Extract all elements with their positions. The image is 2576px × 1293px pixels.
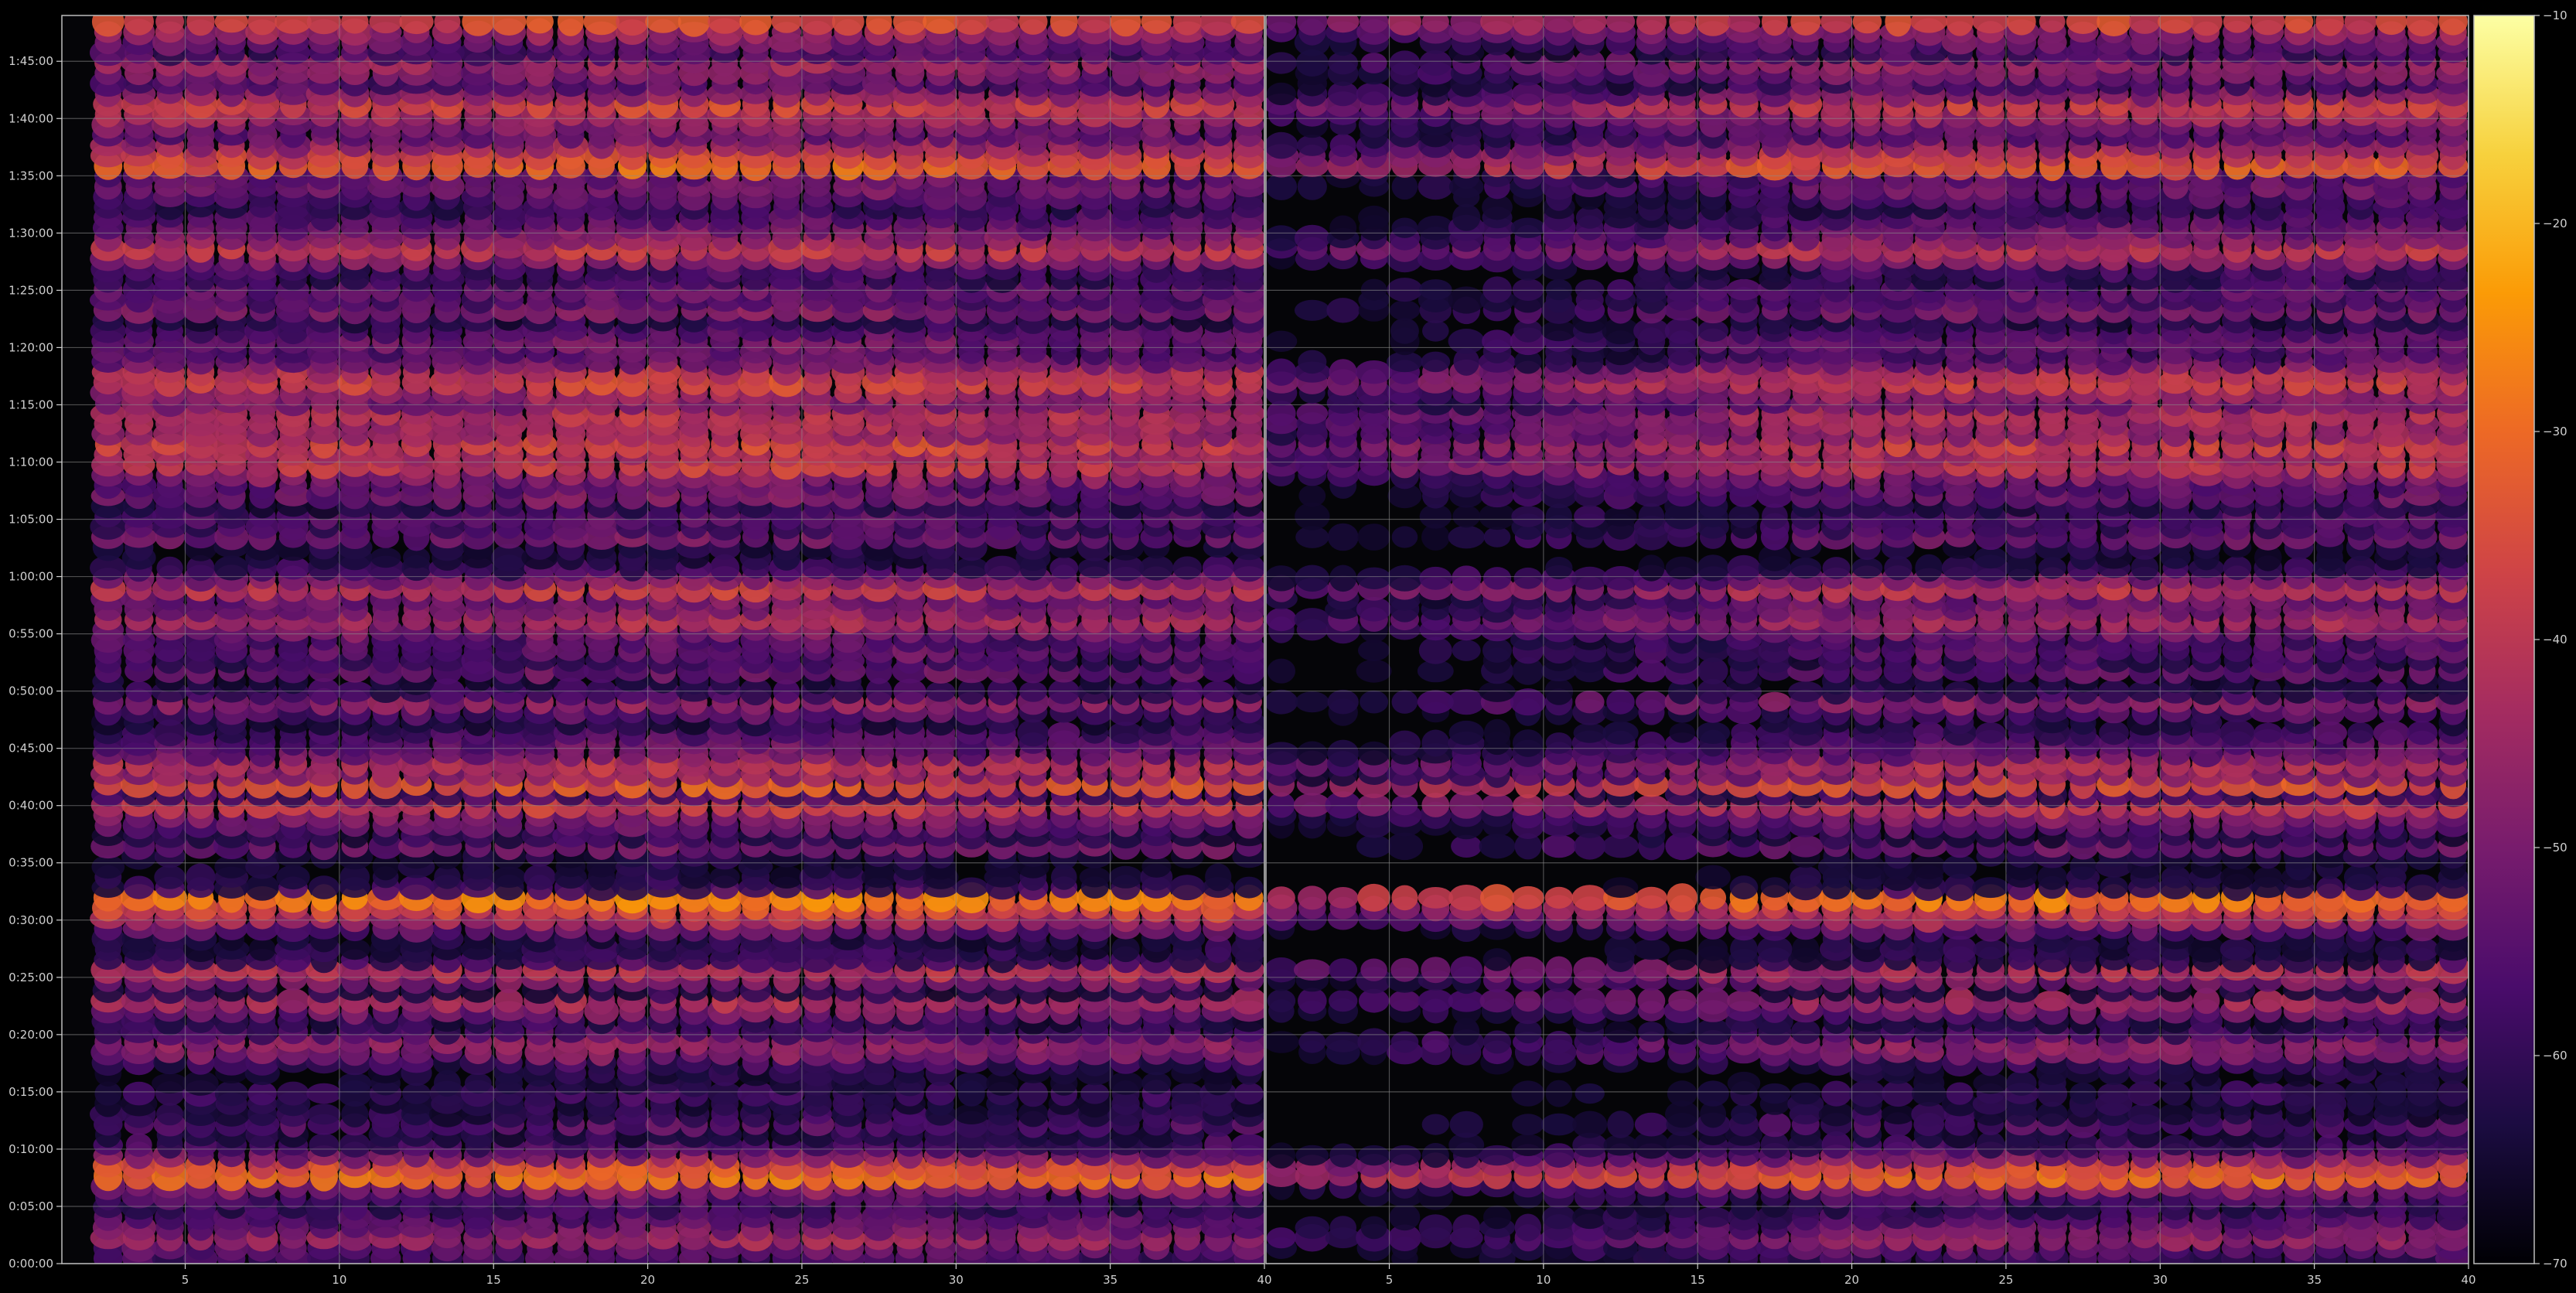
heatmap-cell (1018, 1080, 1049, 1107)
heatmap-cell (464, 1073, 492, 1094)
heatmap-cell (1357, 1145, 1390, 1166)
heatmap-cell (1418, 1214, 1453, 1241)
heatmap-cell (309, 1133, 339, 1158)
heatmap-cell (926, 681, 956, 702)
heatmap-cell (1017, 719, 1049, 747)
heatmap-cell (308, 875, 339, 899)
heatmap-cell (1881, 1104, 1916, 1124)
heatmap-cell (339, 938, 370, 960)
heatmap-cell (152, 1073, 189, 1093)
heatmap-cell (1111, 936, 1140, 963)
heatmap-cell (124, 875, 155, 899)
heatmap-cell (308, 677, 340, 706)
heatmap-cell (1421, 1114, 1450, 1135)
heatmap-cell (1266, 1227, 1296, 1249)
heatmap-cell (1295, 1216, 1330, 1239)
heatmap-cell (1171, 1083, 1204, 1104)
heatmap-cell (2159, 1134, 2192, 1156)
heatmap-cell (1329, 1216, 1356, 1240)
heatmap-cell (1389, 1203, 1421, 1231)
heatmap-cell (954, 877, 988, 898)
heatmap-cell (1512, 1114, 1544, 1135)
heatmap-cell (2158, 1103, 2192, 1126)
heatmap-cell (553, 677, 589, 706)
heatmap-cell (1731, 1104, 1757, 1125)
heatmap-cell (125, 1133, 152, 1158)
heatmap-cell (1449, 1110, 1483, 1138)
heatmap-cell (277, 1081, 309, 1106)
heatmap-cell (276, 988, 310, 1014)
heatmap-cell (1543, 1143, 1575, 1168)
heatmap-cell (1479, 1145, 1516, 1166)
heatmap-cell (2127, 1104, 2162, 1125)
heatmap-cell (156, 1103, 184, 1126)
heatmap-cell (402, 1083, 431, 1104)
heatmap-cell (336, 681, 374, 703)
heatmap-cell (370, 548, 401, 568)
heatmap-cell (1079, 867, 1111, 888)
heatmap-cell (1542, 1205, 1576, 1230)
heatmap-cell (1108, 865, 1143, 889)
heatmap-cell (1634, 1112, 1668, 1137)
heatmap-cell (1019, 681, 1047, 702)
heatmap-cell (769, 865, 804, 889)
heatmap-cell (1202, 681, 1234, 703)
heatmap-cell (1540, 1113, 1577, 1136)
heatmap-cell (247, 1081, 277, 1106)
heatmap-cell (122, 1081, 155, 1106)
heatmap-cell (954, 1072, 990, 1094)
heatmap-cell (1048, 722, 1080, 744)
heatmap-cell (1202, 554, 1234, 582)
heatmap-cell (1607, 1110, 1634, 1138)
heatmap-cell (1234, 1082, 1264, 1105)
heatmap-cell (1295, 1145, 1329, 1166)
heatmap-cell (1267, 1142, 1296, 1168)
heatmap-cell (307, 1104, 341, 1125)
heatmap-cell (154, 865, 186, 889)
heatmap-cell (800, 557, 834, 579)
heatmap-cell (306, 1083, 342, 1104)
heatmap-cell (186, 863, 216, 892)
heatmap-cell (954, 1104, 990, 1125)
heatmap-cell (1511, 1134, 1545, 1156)
heatmap-cell (248, 937, 276, 961)
heatmap-cell (1360, 1216, 1387, 1240)
heatmap-cell (1141, 1072, 1172, 1095)
heatmap-cell (1329, 1143, 1357, 1168)
heatmap-cell (1482, 1205, 1512, 1230)
heatmap-cell (125, 681, 153, 703)
heatmap-cell (91, 855, 125, 879)
heatmap-cell (338, 1073, 372, 1094)
left-panel-marks (90, 15, 1264, 1264)
heatmap-cell (1759, 1111, 1791, 1138)
heatmap-cell (1694, 1206, 1732, 1228)
heatmap-cell (1205, 863, 1232, 892)
heatmap-cell (214, 1080, 248, 1107)
heatmap-cell (1882, 1134, 1913, 1156)
heatmap-cell (524, 864, 556, 890)
heatmap-cell (1421, 1143, 1449, 1168)
heatmap-cell (1234, 876, 1264, 899)
heatmap-cell (1231, 1133, 1264, 1157)
heatmap-cell (1572, 1110, 1608, 1138)
heatmap-cell (398, 875, 435, 900)
heatmap-chart: 0:00:000:05:000:10:000:15:000:20:000:25:… (0, 0, 2576, 1293)
heatmap-cell (1049, 557, 1079, 579)
heatmap-cell (339, 1132, 370, 1158)
heatmap-cell (1080, 1083, 1110, 1104)
heatmap-cell (1452, 1214, 1481, 1241)
heatmap-cell (1514, 1213, 1542, 1242)
heatmap-cell (1388, 1145, 1421, 1166)
heatmap-cell (1976, 1131, 2005, 1159)
heatmap-cell (1048, 679, 1080, 704)
heatmap-cell (1169, 875, 1206, 901)
heatmap-cell (156, 556, 183, 580)
heatmap-cell (276, 865, 310, 890)
